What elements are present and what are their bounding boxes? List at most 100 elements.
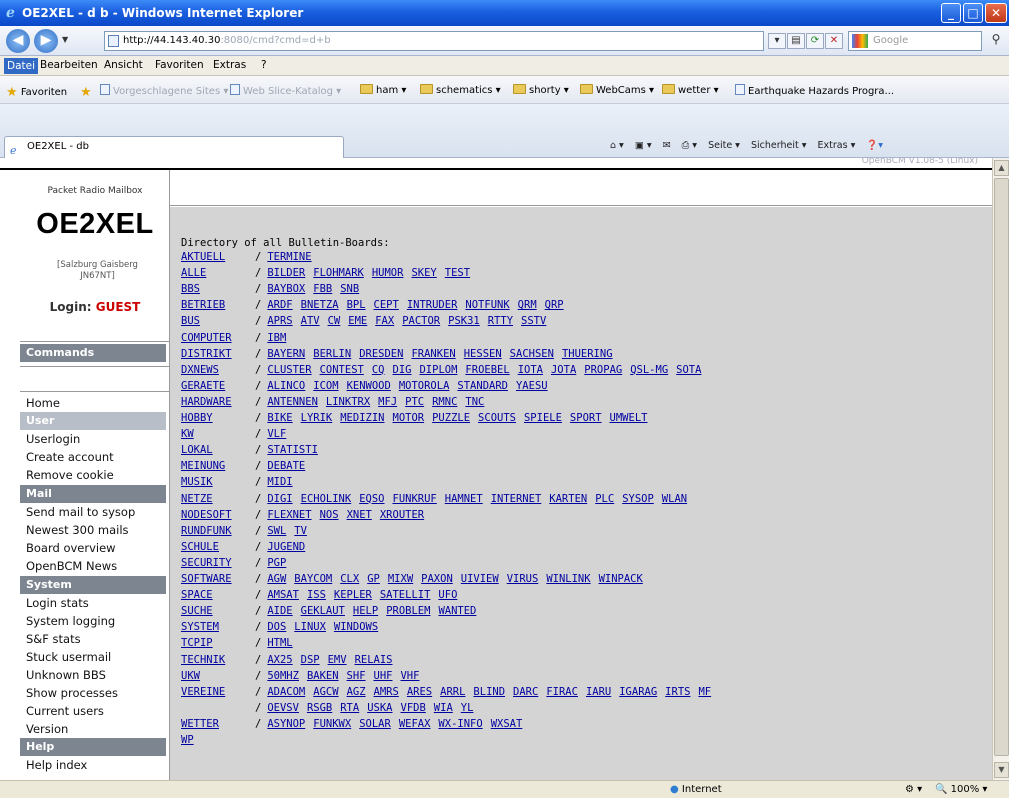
board-sub-link[interactable]: IARU xyxy=(586,686,611,698)
board-sub-link[interactable]: TV xyxy=(294,525,307,537)
maximize-button[interactable]: □ xyxy=(963,3,983,23)
board-sub-link[interactable]: EMV xyxy=(328,654,347,666)
board-sub-link[interactable]: XROUTER xyxy=(380,509,424,521)
board-sub-link[interactable]: WINLINK xyxy=(546,573,590,585)
scroll-down-icon[interactable]: ▼ xyxy=(994,762,1009,778)
board-sub-link[interactable]: TERMINE xyxy=(267,251,311,263)
page-menu[interactable]: Seite ▾ xyxy=(708,140,740,151)
board-sub-link[interactable]: DIG xyxy=(393,364,412,376)
board-sub-link[interactable]: YAESU xyxy=(516,380,548,392)
board-category-link[interactable]: BETRIEB xyxy=(181,299,247,311)
favorites-button[interactable]: ★ Favoriten xyxy=(6,84,67,100)
board-category-link[interactable]: DISTRIKT xyxy=(181,348,247,360)
board-category-link[interactable]: MEINUNG xyxy=(181,460,247,472)
board-sub-link[interactable]: SNB xyxy=(340,283,359,295)
board-sub-link[interactable]: QRM xyxy=(518,299,537,311)
board-sub-link[interactable]: RELAIS xyxy=(355,654,393,666)
board-sub-link[interactable]: CEPT xyxy=(374,299,399,311)
board-sub-link[interactable]: SKEY xyxy=(411,267,436,279)
vertical-scrollbar[interactable]: ▲ ▼ xyxy=(992,158,1009,780)
sidebar-item-system-logging[interactable]: System logging xyxy=(26,614,115,628)
sidebar-item-sf-stats[interactable]: S&F stats xyxy=(26,632,81,646)
board-sub-link[interactable]: JOTA xyxy=(551,364,576,376)
board-sub-link[interactable]: ANTENNEN xyxy=(267,396,318,408)
scroll-up-icon[interactable]: ▲ xyxy=(994,160,1009,176)
board-category-link[interactable]: NODESOFT xyxy=(181,509,247,521)
print-icon[interactable]: ⎙ ▾ xyxy=(682,140,697,151)
board-sub-link[interactable]: FAX xyxy=(375,315,394,327)
board-sub-link[interactable]: MF xyxy=(698,686,711,698)
stop-icon[interactable]: ✕ xyxy=(825,33,843,49)
address-input[interactable]: http://44.143.40.30:8080/cmd?cmd=d+b xyxy=(104,31,764,51)
board-sub-link[interactable]: AGZ xyxy=(347,686,366,698)
search-input[interactable]: Google xyxy=(848,31,982,51)
board-category-link[interactable]: DXNEWS xyxy=(181,364,247,376)
board-sub-link[interactable]: CLX xyxy=(340,573,359,585)
board-sub-link[interactable]: HUMOR xyxy=(372,267,404,279)
board-category-link[interactable]: SYSTEM xyxy=(181,621,247,633)
board-category-link[interactable]: SOFTWARE xyxy=(181,573,247,585)
board-sub-link[interactable]: FRANKEN xyxy=(411,348,455,360)
board-sub-link[interactable]: GP xyxy=(367,573,380,585)
board-category-link[interactable]: TCPIP xyxy=(181,637,247,649)
board-sub-link[interactable]: LYRIK xyxy=(301,412,333,424)
fav-webcams[interactable]: WebCams ▾ xyxy=(580,84,654,96)
board-sub-link[interactable]: ISS xyxy=(307,589,326,601)
help-icon[interactable]: ❓▾ xyxy=(866,140,883,151)
board-sub-link[interactable]: LINUX xyxy=(294,621,326,633)
board-sub-link[interactable]: SPIELE xyxy=(524,412,562,424)
board-sub-link[interactable]: DIGI xyxy=(267,493,292,505)
sidebar-item-current-users[interactable]: Current users xyxy=(26,704,104,718)
board-sub-link[interactable]: HTML xyxy=(267,637,292,649)
menu-extras[interactable]: Extras xyxy=(213,59,246,71)
menu-ansicht[interactable]: Ansicht xyxy=(104,59,143,71)
board-sub-link[interactable]: RSGB xyxy=(307,702,332,714)
board-sub-link[interactable]: BPL xyxy=(347,299,366,311)
board-sub-link[interactable]: DSP xyxy=(301,654,320,666)
menu-help[interactable]: ? xyxy=(261,59,267,71)
board-sub-link[interactable]: DEBATE xyxy=(267,460,305,472)
board-sub-link[interactable]: PUZZLE xyxy=(432,412,470,424)
extras-menu[interactable]: Extras ▾ xyxy=(818,140,856,151)
sidebar-item-userlogin[interactable]: Userlogin xyxy=(26,432,80,446)
board-sub-link[interactable]: FBB xyxy=(313,283,332,295)
board-sub-link[interactable]: INTERNET xyxy=(491,493,542,505)
board-category-link[interactable]: AKTUELL xyxy=(181,251,247,263)
sidebar-item-unknown-bbs[interactable]: Unknown BBS xyxy=(26,668,106,682)
board-sub-link[interactable]: WLAN xyxy=(662,493,687,505)
fav-ham[interactable]: ham ▾ xyxy=(360,84,406,96)
board-sub-link[interactable]: BAYCOM xyxy=(294,573,332,585)
board-sub-link[interactable]: BIKE xyxy=(267,412,292,424)
board-sub-link[interactable]: FIRAC xyxy=(546,686,578,698)
board-sub-link[interactable]: HAMNET xyxy=(445,493,483,505)
board-sub-link[interactable]: PTC xyxy=(405,396,424,408)
board-sub-link[interactable]: HELP xyxy=(353,605,378,617)
board-category-link[interactable]: WETTER xyxy=(181,718,247,730)
address-dropdown-icon[interactable]: ▾ xyxy=(768,33,786,49)
add-favorite-icon[interactable]: ★ xyxy=(80,84,92,100)
search-icon[interactable]: ⚲ xyxy=(986,32,1006,50)
board-sub-link[interactable]: MOTOR xyxy=(393,412,425,424)
board-sub-link[interactable]: MIXW xyxy=(388,573,413,585)
history-dropdown-icon[interactable]: ▼ xyxy=(62,35,68,44)
sidebar-item-home[interactable]: Home xyxy=(26,396,60,410)
board-category-link[interactable]: HOBBY xyxy=(181,412,247,424)
board-sub-link[interactable]: INTRUDER xyxy=(407,299,458,311)
board-sub-link[interactable]: QSL-MG xyxy=(630,364,668,376)
board-sub-link[interactable]: AMRS xyxy=(374,686,399,698)
board-sub-link[interactable]: ADACOM xyxy=(267,686,305,698)
board-category-link[interactable]: SECURITY xyxy=(181,557,247,569)
board-sub-link[interactable]: ARES xyxy=(407,686,432,698)
board-sub-link[interactable]: SOTA xyxy=(676,364,701,376)
board-sub-link[interactable]: QRP xyxy=(545,299,564,311)
board-sub-link[interactable]: DOS xyxy=(267,621,286,633)
forward-button[interactable]: ▶ xyxy=(34,29,58,53)
board-sub-link[interactable]: BAYBOX xyxy=(267,283,305,295)
board-sub-link[interactable]: KENWOOD xyxy=(347,380,391,392)
board-sub-link[interactable]: ALINCO xyxy=(267,380,305,392)
scroll-thumb[interactable] xyxy=(994,178,1009,756)
board-sub-link[interactable]: PGP xyxy=(267,557,286,569)
zoom-control[interactable]: 🔍 100% ▾ xyxy=(935,784,987,795)
board-sub-link[interactable]: SCOUTS xyxy=(478,412,516,424)
sidebar-item-remove-cookie[interactable]: Remove cookie xyxy=(26,468,114,482)
